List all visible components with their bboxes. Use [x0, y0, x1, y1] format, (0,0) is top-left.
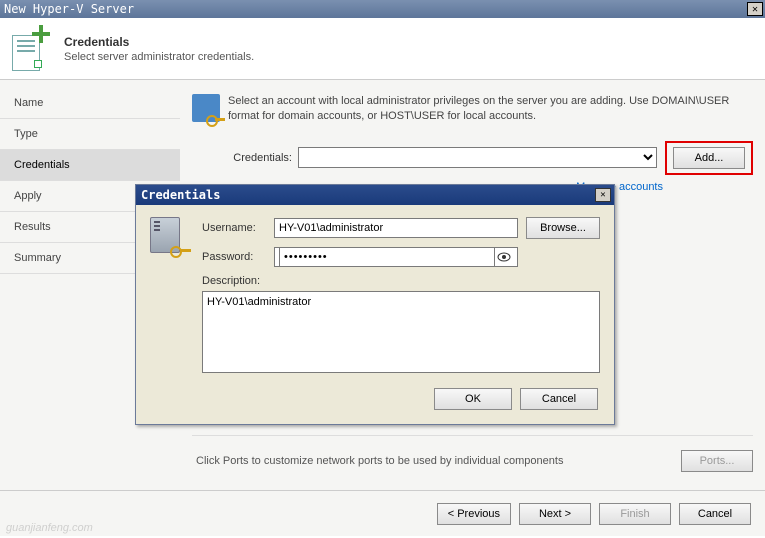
ports-text: Click Ports to customize network ports t… — [196, 455, 681, 467]
page-title: Credentials — [64, 35, 254, 49]
window-titlebar: New Hyper-V Server ✕ — [0, 0, 765, 18]
dialog-cancel-button[interactable]: Cancel — [520, 388, 598, 410]
dialog-title: Credentials — [139, 188, 595, 202]
add-button-highlight: Add... — [665, 141, 753, 175]
dialog-close-button[interactable]: ✕ — [595, 188, 611, 202]
finish-button[interactable]: Finish — [599, 503, 671, 525]
password-label: Password: — [202, 251, 274, 263]
page-subtitle: Select server administrator credentials. — [64, 51, 254, 63]
header-icon — [12, 27, 52, 71]
password-input[interactable] — [279, 247, 495, 267]
ok-button[interactable]: OK — [434, 388, 512, 410]
credentials-label: Credentials: — [228, 152, 292, 164]
credentials-key-icon — [192, 94, 220, 122]
credentials-dropdown[interactable] — [298, 147, 657, 168]
dialog-titlebar: Credentials ✕ — [136, 185, 614, 205]
sidebar-item-type[interactable]: Type — [0, 119, 180, 150]
description-label: Description: — [202, 275, 600, 287]
username-input[interactable] — [274, 218, 518, 238]
reveal-password-icon[interactable] — [495, 248, 513, 266]
window-title: New Hyper-V Server — [2, 2, 747, 16]
ports-button[interactable]: Ports... — [681, 450, 753, 472]
wizard-footer: < Previous Next > Finish Cancel — [0, 490, 765, 536]
cancel-button[interactable]: Cancel — [679, 503, 751, 525]
next-button[interactable]: Next > — [519, 503, 591, 525]
window-close-button[interactable]: ✕ — [747, 2, 763, 16]
info-text: Select an account with local administrat… — [228, 94, 753, 125]
browse-button[interactable]: Browse... — [526, 217, 600, 239]
credentials-dialog: Credentials ✕ Username: Browse... Passwo… — [135, 184, 615, 425]
server-key-icon — [150, 217, 188, 257]
username-label: Username: — [202, 222, 274, 234]
description-textarea[interactable] — [202, 291, 600, 373]
sidebar-item-name[interactable]: Name — [0, 88, 180, 119]
wizard-header: Credentials Select server administrator … — [0, 18, 765, 80]
sidebar-item-credentials[interactable]: Credentials — [0, 150, 180, 181]
previous-button[interactable]: < Previous — [437, 503, 511, 525]
add-button[interactable]: Add... — [673, 147, 745, 169]
